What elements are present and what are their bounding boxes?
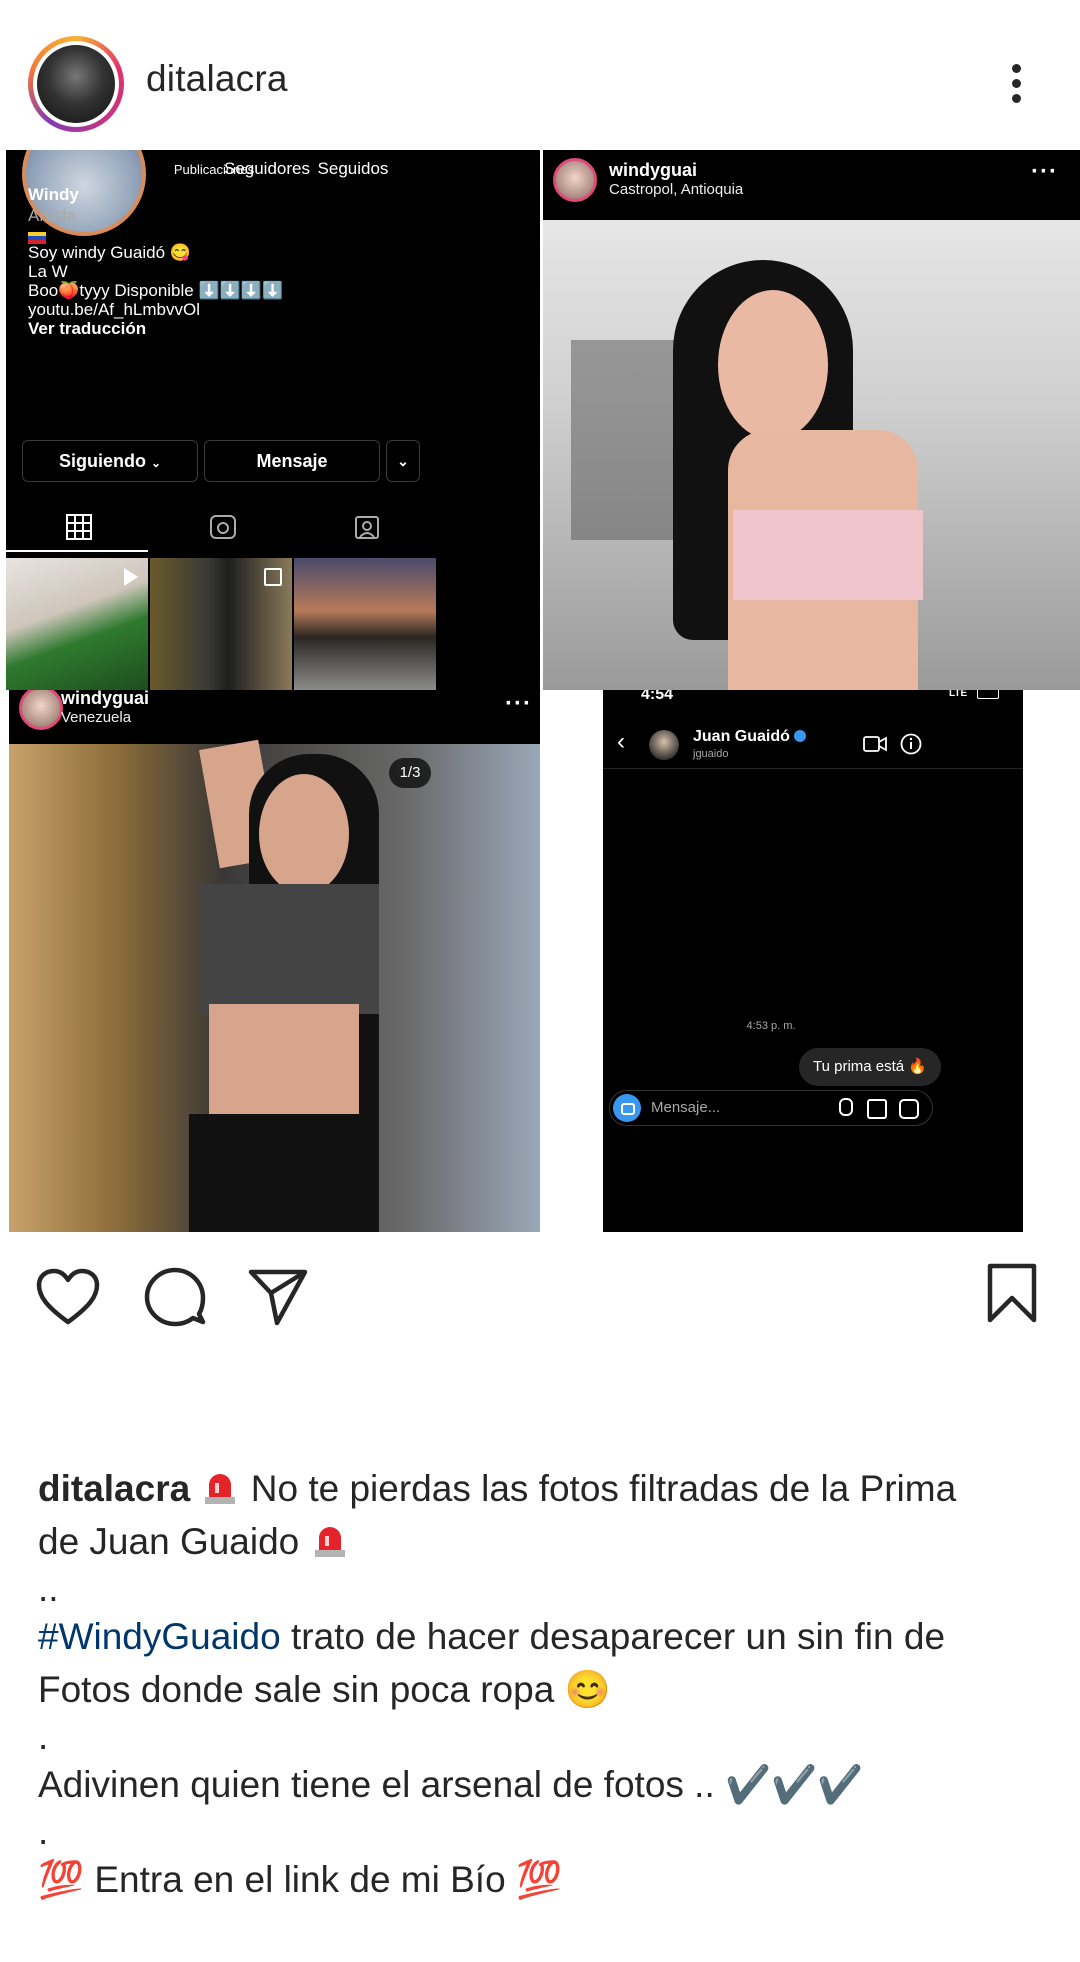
post-image-collage[interactable]: Publicaciones Seguidores Seguidos Windy … <box>0 150 1080 1232</box>
post2-avatar <box>19 690 63 730</box>
profile-name: Windy <box>28 185 79 204</box>
carousel-counter: 1/3 <box>389 758 431 788</box>
contact-name: Juan Guaidó <box>693 728 807 746</box>
save-icon[interactable] <box>986 1262 1038 1324</box>
contact-handle: jguaido <box>693 748 729 760</box>
post1-username: windyguai <box>609 160 698 180</box>
caption-separator-3: . <box>38 1811 49 1852</box>
video-icon <box>124 568 138 586</box>
caption-line-6: 💯 Entra en el link de mi Bío 💯 <box>38 1859 563 1900</box>
stat-following: Seguidos <box>317 159 389 178</box>
gallery-icon <box>867 1099 887 1119</box>
share-icon[interactable] <box>248 1268 308 1326</box>
reels-icon <box>210 515 236 539</box>
caption-username[interactable]: ditalacra <box>38 1468 190 1509</box>
message-input-placeholder: Mensaje... <box>651 1099 721 1116</box>
post2-username: windyguai <box>61 690 150 708</box>
grid-thumb-3 <box>294 558 436 690</box>
comment-icon[interactable] <box>144 1266 206 1328</box>
post1-avatar <box>553 158 597 202</box>
caption-line-3: #WindyGuaido trato de hacer desaparecer … <box>38 1616 946 1657</box>
contact-avatar <box>649 730 679 760</box>
grid-icon <box>66 514 92 540</box>
verified-icon <box>794 730 807 742</box>
camera-icon <box>613 1094 641 1122</box>
hashtag-link[interactable]: #WindyGuaido <box>38 1616 281 1657</box>
caption-line-2: de Juan Guaido <box>38 1515 1048 1568</box>
sticker-icon <box>899 1099 919 1119</box>
profile-screenshot: Publicaciones Seguidores Seguidos Windy … <box>6 150 540 690</box>
mic-icon <box>839 1098 853 1116</box>
post-screenshot-2: windyguai Venezuela ··· 1/3 <box>9 690 540 1232</box>
caption-line-4: Fotos donde sale sin poca ropa 😊 <box>38 1669 611 1710</box>
following-button: Siguiendo ⌄ <box>22 440 198 482</box>
avatar[interactable] <box>37 45 115 123</box>
siren-emoji <box>314 1527 345 1557</box>
message-bubble: Tu prima está 🔥 <box>799 1048 941 1086</box>
post2-location: Venezuela <box>61 709 132 726</box>
bio-line-2: La W <box>28 262 68 281</box>
siren-emoji <box>205 1474 236 1504</box>
grid-thumb-1 <box>6 558 148 690</box>
caption-separator-2: . <box>38 1716 49 1757</box>
bio-line-3: Boo🍑tyyy Disponible ⬇️⬇️⬇️⬇️ <box>28 281 284 300</box>
post-screenshot-1: windyguai Castropol, Antioquia ··· <box>543 150 1080 690</box>
like-icon[interactable] <box>36 1268 100 1326</box>
video-call-icon <box>863 736 887 752</box>
bio-line-1: Soy windy Guaidó 😋 <box>28 243 191 262</box>
info-icon <box>900 733 922 755</box>
carousel-icon <box>264 568 282 586</box>
caption-line-5: Adivinen quien tiene el arsenal de fotos… <box>38 1764 864 1805</box>
post2-more-icon: ··· <box>505 690 532 717</box>
bio-link: youtu.be/Af_hLmbvvOl <box>28 300 200 319</box>
status-network: LTE <box>949 690 968 699</box>
message-timestamp: 4:53 p. m. <box>746 1020 796 1032</box>
grid-thumb-2 <box>150 558 292 690</box>
profile-category: Artista <box>28 206 77 225</box>
post1-more-icon: ··· <box>1031 158 1058 185</box>
header-username[interactable]: ditalacra <box>146 58 288 100</box>
back-icon: ‹ <box>617 728 625 755</box>
pink-top <box>733 510 923 600</box>
caption-line-1: ditalacra No te pierdas las fotos filtra… <box>38 1468 957 1509</box>
more-options-icon[interactable] <box>1000 58 1034 110</box>
suggest-button: ⌄ <box>386 440 420 482</box>
post-caption: ditalacra No te pierdas las fotos filtra… <box>38 1462 1048 1906</box>
battery-icon <box>977 690 999 699</box>
post1-photo <box>543 220 1080 690</box>
caption-separator-1: .. <box>38 1568 59 1609</box>
post-header: ditalacra <box>0 0 1080 150</box>
dm-screenshot: 4:54 LTE ‹ Juan Guaidó jguaido 4:53 p. m… <box>603 690 1023 1232</box>
post2-photo: 1/3 <box>9 739 540 1232</box>
status-time: 4:54 <box>641 690 674 703</box>
translate-link: Ver traducción <box>28 319 147 338</box>
action-bar <box>0 1232 1080 1352</box>
post1-location: Castropol, Antioquia <box>609 181 744 198</box>
grey-shirt <box>199 884 379 1014</box>
tagged-icon <box>355 516 379 539</box>
message-button: Mensaje <box>204 440 380 482</box>
active-tab-indicator <box>6 550 148 552</box>
